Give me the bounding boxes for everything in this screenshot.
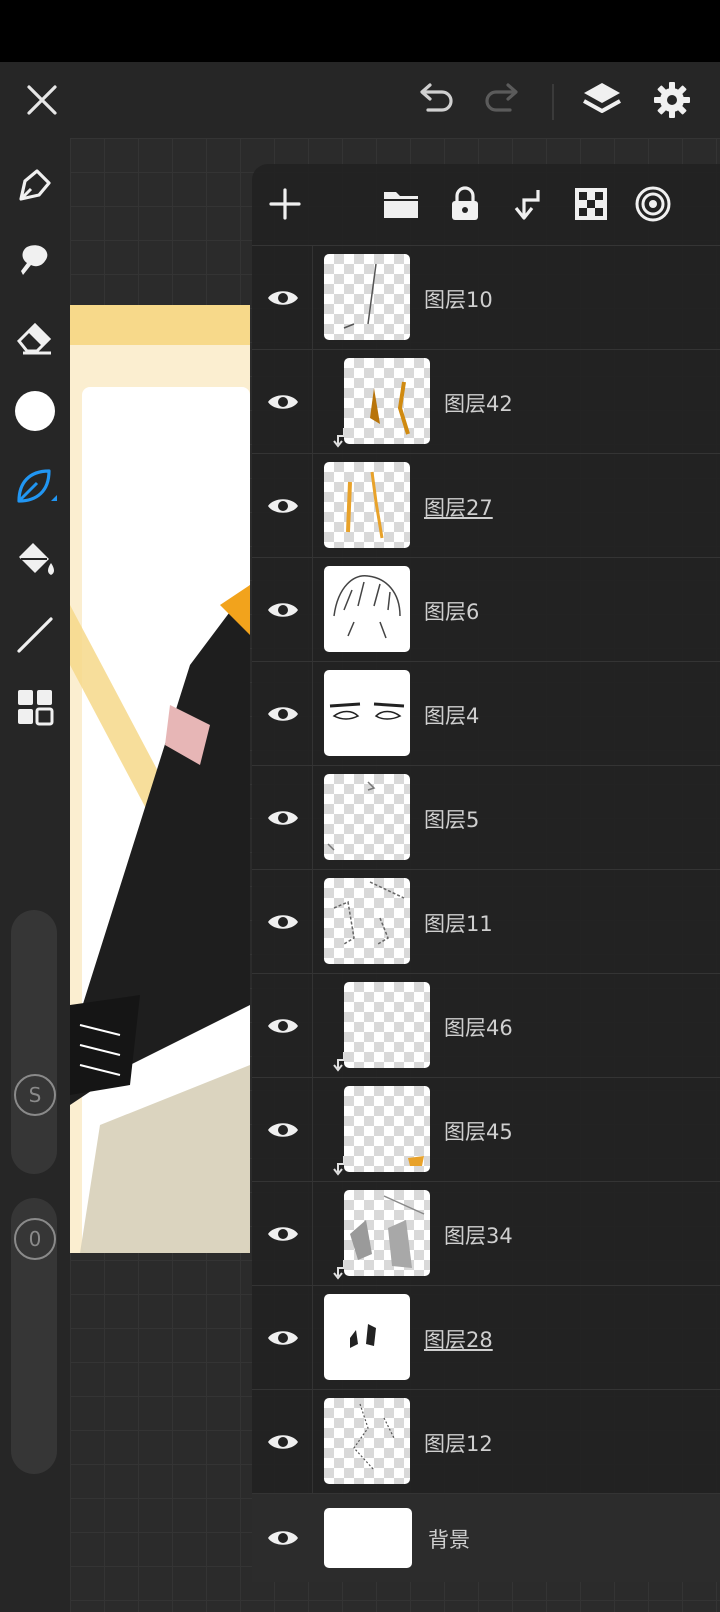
opacity-label: 0: [28, 1227, 42, 1251]
layer-name: 图层46: [444, 1016, 513, 1040]
eye-icon[interactable]: [262, 1318, 304, 1358]
eye-icon[interactable]: [262, 382, 304, 422]
transparency-icon[interactable]: [568, 181, 614, 227]
opacity-slider-knob[interactable]: 0: [14, 1218, 56, 1260]
layers-panel: 图层10 图层42 图层27 图层6 图层4 图层5 图层11 图层46 图层4…: [252, 164, 720, 1582]
eye-column-divider: [312, 558, 313, 661]
layer-name: 图层4: [424, 704, 480, 728]
add-icon[interactable]: [262, 181, 308, 227]
layer-name: 背景: [428, 1528, 470, 1552]
redo-icon[interactable]: [478, 76, 526, 124]
layer-thumbnail: [344, 1190, 430, 1276]
layer-name: 图层42: [444, 392, 513, 416]
layer-row[interactable]: 图层10: [252, 246, 720, 350]
layer-name: 图层45: [444, 1120, 513, 1144]
layer-thumbnail: [324, 566, 410, 652]
size-label: S: [28, 1083, 42, 1107]
layer-row[interactable]: 图层11: [252, 870, 720, 974]
background-layer-row[interactable]: 背景: [252, 1494, 720, 1582]
eye-column-divider: [312, 1390, 313, 1493]
eye-icon[interactable]: [262, 590, 304, 630]
leaf-brush-icon[interactable]: [10, 462, 60, 512]
eye-icon[interactable]: [262, 1110, 304, 1150]
status-bar: [0, 0, 720, 62]
layer-name: 图层27: [424, 496, 493, 520]
layer-thumbnail: [324, 1398, 410, 1484]
layer-thumbnail: [344, 1086, 430, 1172]
layer-thumbnail: [324, 878, 410, 964]
eye-column-divider: [312, 870, 313, 973]
line-icon[interactable]: [10, 610, 60, 660]
smudge-icon[interactable]: [10, 236, 60, 286]
layers-panel-toolbar: [252, 164, 720, 246]
lock-icon[interactable]: [442, 181, 488, 227]
layer-name: 图层12: [424, 1432, 493, 1456]
pen-icon[interactable]: [10, 160, 60, 210]
artwork-canvas[interactable]: [70, 305, 250, 1253]
layer-name: 图层34: [444, 1224, 513, 1248]
size-slider-knob[interactable]: S: [14, 1074, 56, 1116]
layer-thumbnail: [344, 982, 430, 1068]
eye-column-divider: [312, 1078, 313, 1181]
layer-name: 图层5: [424, 808, 480, 832]
eye-icon[interactable]: [262, 1006, 304, 1046]
layer-row[interactable]: 图层34: [252, 1182, 720, 1286]
grid-icon[interactable]: [10, 682, 60, 732]
gear-icon[interactable]: [648, 76, 696, 124]
layer-row[interactable]: 图层28: [252, 1286, 720, 1390]
layer-row[interactable]: 图层46: [252, 974, 720, 1078]
layer-name: 图层6: [424, 600, 480, 624]
layer-row[interactable]: 图层42: [252, 350, 720, 454]
paint-bucket-icon[interactable]: [10, 536, 60, 586]
eye-column-divider: [312, 1286, 313, 1389]
layer-row[interactable]: 图层6: [252, 558, 720, 662]
blend-icon[interactable]: [630, 181, 676, 227]
layer-thumbnail: [324, 1508, 412, 1568]
close-icon[interactable]: [18, 76, 66, 124]
eye-icon[interactable]: [262, 1422, 304, 1462]
folder-icon[interactable]: [378, 181, 424, 227]
layer-name: 图层11: [424, 912, 493, 936]
eye-icon[interactable]: [262, 902, 304, 942]
top-toolbar: [0, 62, 720, 138]
layer-row[interactable]: 图层27: [252, 454, 720, 558]
eye-icon[interactable]: [262, 694, 304, 734]
eye-icon[interactable]: [262, 486, 304, 526]
layer-name: 图层10: [424, 288, 493, 312]
eye-column-divider: [312, 246, 313, 349]
layer-thumbnail: [324, 670, 410, 756]
layer-row[interactable]: 图层12: [252, 1390, 720, 1494]
layer-thumbnail: [324, 774, 410, 860]
eye-column-divider: [312, 350, 313, 453]
eye-icon[interactable]: [262, 1518, 304, 1558]
eraser-icon[interactable]: [10, 312, 60, 362]
layer-name: 图层28: [424, 1328, 493, 1352]
layer-thumbnail: [324, 462, 410, 548]
color-circle-icon[interactable]: [10, 386, 60, 436]
layers-icon[interactable]: [578, 76, 626, 124]
eye-icon[interactable]: [262, 798, 304, 838]
eye-column-divider: [312, 662, 313, 765]
brush-size-slider[interactable]: [11, 910, 57, 1174]
clip-icon[interactable]: [504, 181, 550, 227]
eye-column-divider: [312, 974, 313, 1077]
eye-icon[interactable]: [262, 278, 304, 318]
layer-row[interactable]: 图层45: [252, 1078, 720, 1182]
layer-thumbnail: [344, 358, 430, 444]
layer-thumbnail: [324, 1294, 410, 1380]
layer-thumbnail: [324, 254, 410, 340]
layer-row[interactable]: 图层5: [252, 766, 720, 870]
eye-column-divider: [312, 1182, 313, 1285]
layer-row[interactable]: 图层4: [252, 662, 720, 766]
undo-icon[interactable]: [412, 76, 460, 124]
eye-icon[interactable]: [262, 1214, 304, 1254]
eye-column-divider: [312, 454, 313, 557]
eye-column-divider: [312, 766, 313, 869]
toolbar-divider: [552, 84, 554, 120]
left-toolbar: S 0: [0, 138, 70, 1612]
